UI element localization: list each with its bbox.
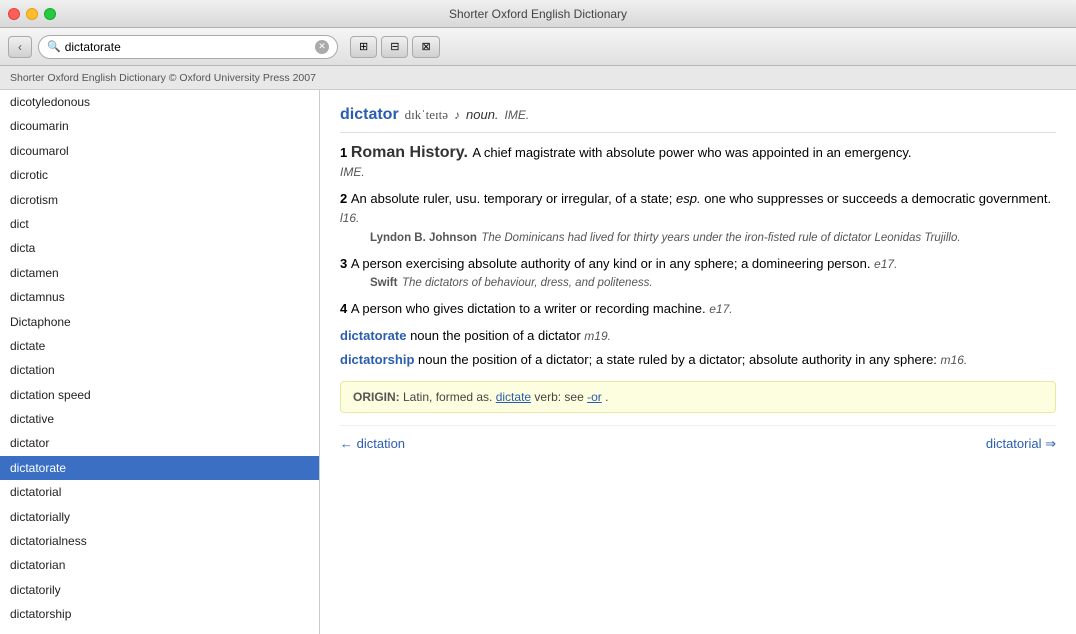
def-text-2: An absolute ruler, usu. temporary or irr…: [340, 191, 1051, 226]
sidebar-item[interactable]: dictatorian: [0, 553, 319, 577]
sidebar-item[interactable]: dictator: [0, 431, 319, 455]
def-num-1: 1: [340, 145, 351, 160]
subtitle-bar: Shorter Oxford English Dictionary © Oxfo…: [0, 66, 1076, 90]
def-num-3: 3: [340, 256, 351, 271]
toolbar-btn-1[interactable]: ⊞: [350, 36, 377, 58]
sidebar-item[interactable]: dictation speed: [0, 383, 319, 407]
titlebar: Shorter Oxford English Dictionary: [0, 0, 1076, 28]
origin-label: ORIGIN:: [353, 390, 403, 404]
sub-pos-1: noun: [410, 328, 443, 343]
sidebar-item[interactable]: dictation: [0, 358, 319, 382]
sidebar-item[interactable]: dicotyledonous: [0, 90, 319, 114]
origin-box: ORIGIN: Latin, formed as. dictate verb: …: [340, 381, 1056, 413]
close-button[interactable]: [8, 8, 20, 20]
origin-link-or[interactable]: -or: [587, 390, 602, 404]
citation-author-2: Lyndon B. Johnson: [370, 232, 477, 244]
sidebar-item[interactable]: dicta: [0, 236, 319, 260]
sidebar-item[interactable]: dictamen: [0, 261, 319, 285]
origin-link-dictate[interactable]: dictate: [496, 390, 531, 404]
sidebar: dicotyledonousdicoumarindicoumaroldicrot…: [0, 90, 320, 634]
sub-def-2: the position of a dictator; a state rule…: [451, 352, 941, 367]
sidebar-item[interactable]: dictatorily: [0, 578, 319, 602]
sub-headword-1: dictatorate: [340, 328, 410, 343]
entry-pos: noun.: [466, 107, 499, 122]
def-label-1: IME.: [340, 165, 365, 179]
citation-author-3: Swift: [370, 277, 397, 289]
definition-4: 4 A person who gives dictation to a writ…: [340, 299, 1056, 319]
search-icon: 🔍: [47, 40, 61, 53]
minimize-button[interactable]: [26, 8, 38, 20]
nav-next[interactable]: dictatorial ⇒: [986, 436, 1056, 452]
def-text-1: A chief magistrate with absolute power w…: [472, 145, 911, 160]
sub-def-1: the position of a dictator: [443, 328, 585, 343]
sidebar-item[interactable]: dictative: [0, 407, 319, 431]
entry-label: IME.: [505, 108, 530, 122]
sidebar-item[interactable]: dictatorate: [0, 456, 319, 480]
definition-1: 1 Roman History. A chief magistrate with…: [340, 143, 1056, 181]
search-bar: 🔍 ✕: [38, 35, 338, 59]
maximize-button[interactable]: [44, 8, 56, 20]
def-num-4: 4: [340, 301, 351, 316]
origin-period: .: [605, 390, 608, 404]
dictionary-panel: dictator dɪkˈteɪtə ♪ noun. IME. 1 Roman …: [320, 90, 1076, 634]
definition-3: 3 A person exercising absolute authority…: [340, 254, 1056, 292]
sub-headword-2: dictatorship: [340, 352, 418, 367]
sidebar-item[interactable]: dicrotic: [0, 163, 319, 187]
def-text-4: A person who gives dictation to a writer…: [351, 301, 733, 316]
back-button[interactable]: ‹: [8, 36, 32, 58]
sub-pos-2: noun: [418, 352, 451, 367]
entry-pronunciation: dɪkˈteɪtə: [405, 107, 448, 123]
sidebar-item[interactable]: dictatorialness: [0, 529, 319, 553]
audio-icon[interactable]: ♪: [454, 108, 460, 122]
search-clear-button[interactable]: ✕: [315, 40, 329, 54]
sidebar-item[interactable]: dicoumarin: [0, 114, 319, 138]
window-title: Shorter Oxford English Dictionary: [449, 7, 627, 21]
definition-2: 2 An absolute ruler, usu. temporary or i…: [340, 189, 1056, 246]
nav-prev[interactable]: ← dictation: [340, 436, 405, 452]
search-input[interactable]: [65, 40, 311, 54]
toolbar-btn-2[interactable]: ⊟: [381, 36, 408, 58]
origin-text: Latin, formed as.: [403, 390, 496, 404]
sub-label-2: m16.: [941, 353, 968, 367]
toolbar-btn-3[interactable]: ⊠: [412, 36, 439, 58]
sidebar-item[interactable]: dicoumarol: [0, 139, 319, 163]
subtitle-text: Shorter Oxford English Dictionary © Oxfo…: [10, 72, 316, 84]
sub-entry-dictatorship: dictatorship noun the position of a dict…: [340, 351, 1056, 369]
sub-entry-dictatorate: dictatorate noun the position of a dicta…: [340, 327, 1056, 345]
sidebar-item[interactable]: dictatorially: [0, 505, 319, 529]
sidebar-item[interactable]: Dictaphone: [0, 310, 319, 334]
citation-text-2: The Dominicans had lived for thirty year…: [481, 232, 960, 244]
sidebar-item[interactable]: dictatorship of the proletariat: [0, 627, 319, 634]
sub-label-1: m19.: [584, 329, 611, 343]
sidebar-item[interactable]: dict: [0, 212, 319, 236]
traffic-lights: [8, 8, 56, 20]
entry-headword: dictator: [340, 106, 399, 124]
def-domain-1: Roman History.: [351, 144, 468, 161]
def-num-2: 2: [340, 191, 351, 206]
main-content: dicotyledonousdicoumarindicoumaroldicrot…: [0, 90, 1076, 634]
sidebar-item[interactable]: dictate: [0, 334, 319, 358]
sidebar-item[interactable]: dicrotism: [0, 188, 319, 212]
sidebar-item[interactable]: dictamnus: [0, 285, 319, 309]
citation-text-3: The dictators of behaviour, dress, and p…: [402, 277, 653, 289]
def-text-3: A person exercising absolute authority o…: [351, 256, 898, 271]
toolbar-buttons: ⊞ ⊟ ⊠: [350, 36, 440, 58]
toolbar: ‹ 🔍 ✕ ⊞ ⊟ ⊠: [0, 28, 1076, 66]
sidebar-item[interactable]: dictatorial: [0, 480, 319, 504]
origin-verb: verb: see: [534, 390, 587, 404]
sidebar-item[interactable]: dictatorship: [0, 602, 319, 626]
nav-footer: ← dictation dictatorial ⇒: [340, 425, 1056, 456]
entry-header: dictator dɪkˈteɪtə ♪ noun. IME.: [340, 106, 1056, 133]
